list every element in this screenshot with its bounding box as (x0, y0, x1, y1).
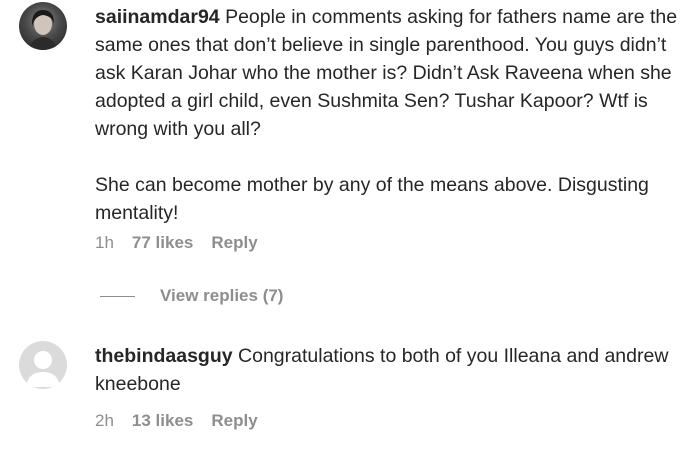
comment-meta: 1h 77 likes Reply (95, 233, 258, 253)
comment-username[interactable]: saiinamdar94 (95, 6, 220, 28)
comment-username[interactable]: thebindaasguy (95, 345, 233, 367)
comment-text-paragraph: She can become mother by any of the mean… (95, 174, 649, 224)
default-avatar-icon (26, 351, 60, 387)
comment-meta: 2h 13 likes Reply (95, 411, 258, 431)
reply-button[interactable]: Reply (211, 233, 257, 253)
replies-divider-line (100, 295, 135, 297)
view-replies-button[interactable]: View replies (7) (100, 286, 283, 306)
comment-body: saiinamdar94 People in comments asking f… (95, 3, 690, 227)
view-replies-label: View replies (7) (160, 286, 284, 305)
comment-likes[interactable]: 13 likes (132, 411, 193, 431)
comment-timestamp: 2h (95, 411, 114, 430)
comment-text: saiinamdar94 People in comments asking f… (95, 3, 690, 143)
avatar[interactable] (19, 341, 67, 389)
avatar[interactable] (19, 2, 67, 50)
profile-photo-icon (29, 10, 57, 50)
comment-timestamp: 1h (95, 233, 114, 252)
comment-likes[interactable]: 77 likes (132, 233, 193, 253)
comment-text: thebindaasguy Congratulations to both of… (95, 342, 690, 398)
comment-body: thebindaasguy Congratulations to both of… (95, 342, 690, 398)
reply-button[interactable]: Reply (211, 411, 257, 431)
